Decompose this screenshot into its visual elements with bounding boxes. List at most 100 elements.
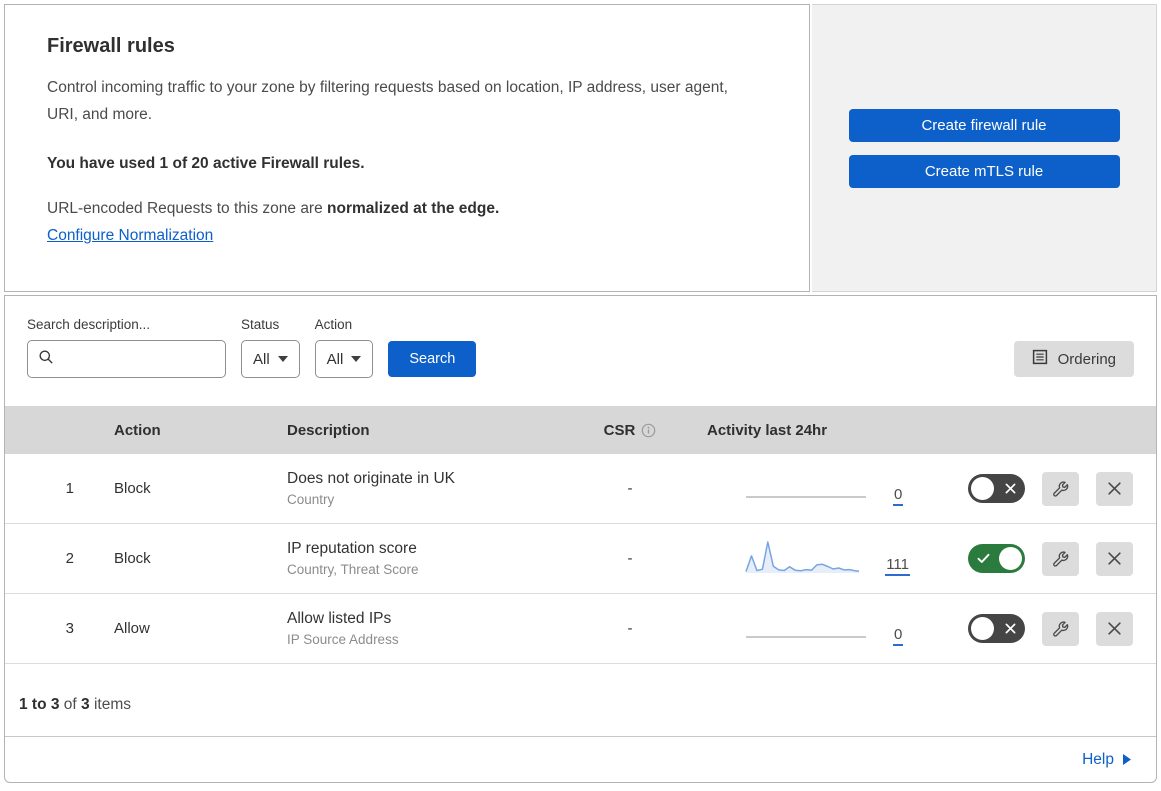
table-row: 3 Allow Allow listed IPs IP Source Address -…: [5, 594, 1156, 664]
rule-criteria: IP Source Address: [287, 632, 399, 647]
rule-action-value: Block: [114, 480, 151, 497]
delete-rule-button[interactable]: [1096, 471, 1133, 506]
rule-priority: 3: [65, 620, 74, 637]
rule-priority: 1: [65, 480, 74, 497]
wrench-icon: [1052, 620, 1070, 638]
page-description: Control incoming traffic to your zone by…: [47, 79, 728, 124]
delete-rule-button[interactable]: [1096, 611, 1133, 646]
filter-bar: Search description... Status All Action: [5, 296, 1156, 406]
activity-sparkline-flat: [746, 495, 866, 498]
rule-enabled-toggle[interactable]: [968, 614, 1025, 643]
activity-sparkline: [745, 540, 860, 573]
rule-description-cell: Allow listed IPs IP Source Address: [275, 610, 585, 647]
close-icon: [1107, 621, 1122, 636]
search-button[interactable]: Search: [388, 341, 477, 377]
firewall-rules-page: Firewall rules Control incoming traffic …: [0, 0, 1161, 787]
edit-rule-button[interactable]: [1042, 611, 1079, 646]
caret-down-icon: [277, 356, 288, 362]
action-filter-group: Action All: [314, 317, 374, 378]
rule-priority: 2: [65, 550, 74, 567]
toggle-knob: [999, 547, 1022, 570]
wrench-icon: [1052, 480, 1070, 498]
activity-sparkline-flat: [746, 635, 866, 638]
usage-summary: You have used 1 of 20 active Firewall ru…: [47, 155, 365, 173]
action-dropdown[interactable]: All: [314, 340, 374, 378]
rule-controls: [910, 471, 1156, 506]
rule-description-cell: Does not originate in UK Country: [275, 470, 585, 507]
rule-action-value: Block: [114, 550, 151, 567]
rule-criteria: Country, Threat Score: [287, 562, 419, 577]
edit-rule-button[interactable]: [1042, 471, 1079, 506]
triangle-right-icon: [1122, 753, 1132, 766]
table-row: 2 Block IP reputation score Country, Threat…: [5, 524, 1156, 594]
edit-rule-button[interactable]: [1042, 541, 1079, 576]
info-icon[interactable]: [641, 423, 656, 438]
actions-panel: Create firewall rule Create mTLS rule: [812, 4, 1157, 292]
close-icon: [1107, 481, 1122, 496]
activity-count-link[interactable]: 0: [893, 486, 904, 506]
search-label: Search description...: [27, 317, 151, 332]
rule-controls: [910, 611, 1156, 646]
items-word: items: [93, 696, 132, 713]
create-mtls-rule-button[interactable]: Create mTLS rule: [848, 154, 1120, 188]
rule-enabled-toggle[interactable]: [968, 474, 1025, 503]
rule-csr-value: -: [627, 480, 633, 497]
rule-controls: [910, 541, 1156, 576]
rule-csr-value: -: [627, 620, 633, 637]
rule-csr-value: -: [627, 550, 633, 567]
toggle-knob: [971, 477, 994, 500]
create-firewall-rule-button[interactable]: Create firewall rule: [848, 108, 1120, 142]
header-description: Description: [287, 421, 370, 439]
page-title: Firewall rules: [47, 35, 175, 57]
items-range: 1 to 3: [19, 696, 60, 713]
x-icon: [1005, 614, 1016, 643]
help-label: Help: [1082, 750, 1114, 768]
rule-enabled-toggle[interactable]: [968, 544, 1025, 573]
items-total: 3: [81, 696, 90, 713]
table-header-row: Action Description CSR Activity last 24h…: [5, 406, 1156, 454]
status-dropdown[interactable]: All: [241, 340, 300, 378]
rule-description-cell: IP reputation score Country, Threat Score: [275, 540, 585, 577]
header-csr: CSR: [585, 422, 675, 439]
normalization-note: URL-encoded Requests to this zone are no…: [47, 200, 767, 218]
rule-activity-cell: 0: [675, 609, 910, 649]
action-label: Action: [314, 317, 353, 332]
search-input[interactable]: [61, 349, 215, 369]
status-label: Status: [241, 317, 280, 332]
items-count: 1 to 3 of 3 items: [5, 664, 1156, 736]
normalization-text: URL-encoded Requests to this zone are: [47, 200, 323, 218]
search-box: [27, 340, 226, 378]
top-section: Firewall rules Control incoming traffic …: [4, 4, 1157, 292]
header-csr-label: CSR: [603, 421, 636, 439]
check-icon: [977, 544, 990, 573]
ordering-button[interactable]: Ordering: [1013, 341, 1134, 377]
x-icon: [1005, 474, 1016, 503]
table-body: 1 Block Does not originate in UK Country - 0 2…: [5, 454, 1156, 664]
rule-activity-cell: 111: [675, 539, 910, 579]
action-dropdown-value: All: [326, 350, 344, 368]
help-link[interactable]: Help: [1082, 751, 1132, 769]
wrench-icon: [1052, 550, 1070, 568]
normalization-bold-text: normalized at the edge.: [327, 200, 500, 218]
rule-activity-cell: 0: [675, 469, 910, 509]
caret-down-icon: [351, 356, 362, 362]
header-action: Action: [114, 421, 161, 439]
help-row: Help: [5, 736, 1156, 782]
rule-criteria: Country: [287, 492, 335, 507]
document-list-icon: [1032, 349, 1048, 369]
intro-card: Firewall rules Control incoming traffic …: [4, 4, 810, 292]
status-dropdown-value: All: [253, 350, 270, 368]
table-row: 1 Block Does not originate in UK Country - 0: [5, 454, 1156, 524]
activity-count-link[interactable]: 111: [885, 556, 910, 576]
rules-table: Action Description CSR Activity last 24h…: [5, 406, 1156, 664]
rules-card: Search description... Status All Action: [4, 295, 1157, 783]
rule-description: IP reputation score: [287, 540, 417, 557]
configure-normalization-link[interactable]: Configure Normalization: [47, 227, 213, 245]
search-filter-group: Search description...: [27, 317, 226, 378]
header-activity: Activity last 24hr: [707, 421, 828, 439]
activity-count-link[interactable]: 0: [893, 626, 904, 646]
rule-description: Does not originate in UK: [287, 470, 456, 487]
delete-rule-button[interactable]: [1096, 541, 1133, 576]
search-icon: [38, 349, 54, 370]
items-of: of: [63, 696, 77, 713]
